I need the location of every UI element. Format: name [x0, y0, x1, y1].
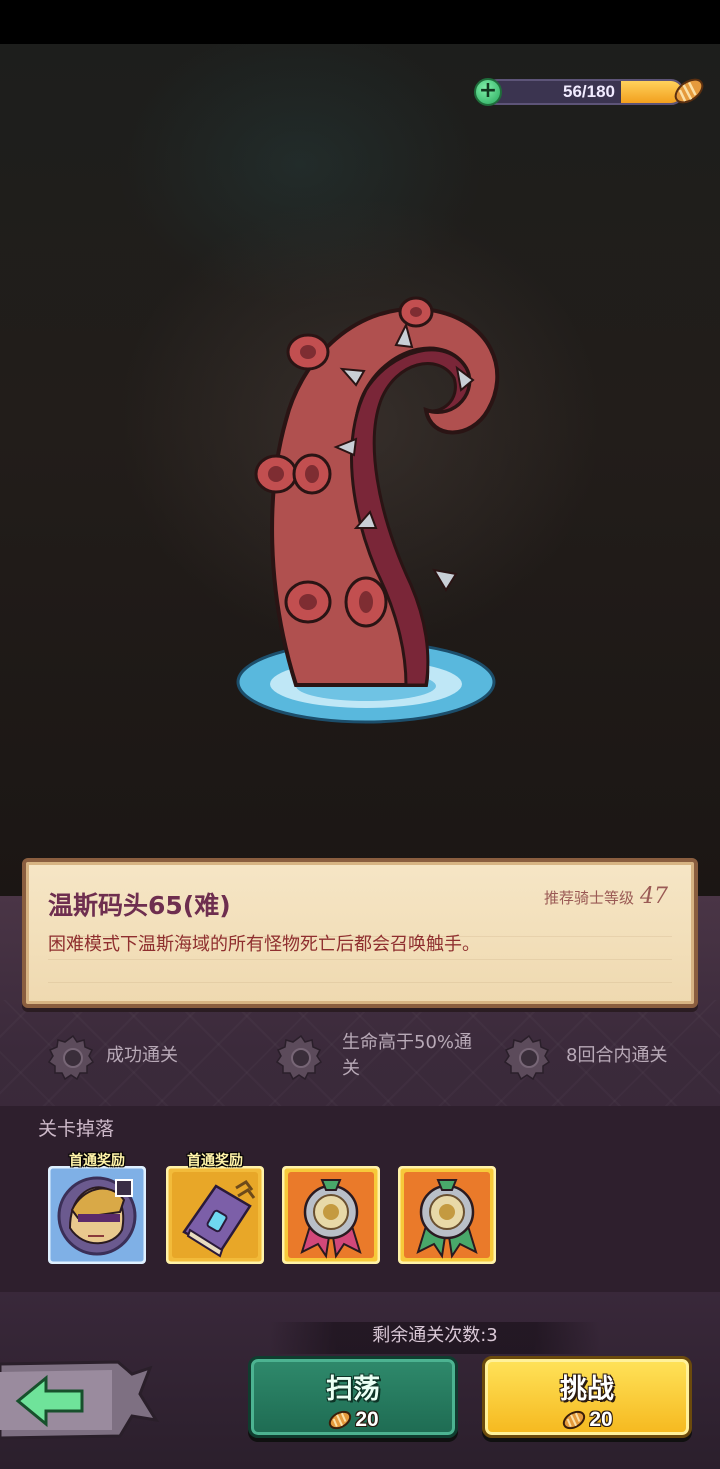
stage-title: 温斯码头65(难)	[48, 891, 231, 920]
hero-portrait-icon	[48, 1166, 146, 1264]
medal-icon	[282, 1166, 380, 1264]
gear-icon	[504, 1034, 551, 1081]
drop-item-book[interactable]: 首通奖励	[166, 1153, 264, 1264]
objective-label: 8回合内通关	[566, 1045, 668, 1066]
first-clear-tag: 首通奖励	[69, 1153, 125, 1169]
recommended-level-label: 推荐骑士等级	[543, 889, 634, 907]
bread-icon	[563, 1410, 586, 1430]
challenge-cost-value: 20	[589, 1408, 613, 1431]
back-button[interactable]	[0, 1358, 160, 1444]
challenge-label: 挑战	[560, 1374, 614, 1405]
objective-label: 生命高于50%通 关	[342, 1032, 473, 1079]
recommended-level: 推荐骑士等级 47	[544, 884, 668, 909]
status-bar	[0, 0, 720, 44]
objective-label: 成功通关	[106, 1045, 178, 1066]
remaining-clears: 剩余通关次数:3	[270, 1322, 600, 1354]
sweep-cost: 20	[327, 1408, 379, 1432]
bread-icon	[674, 78, 704, 104]
objective-hp: 生命高于50%通 关	[276, 1030, 496, 1086]
recommended-level-value: 47	[640, 884, 668, 909]
stage-description: 困难模式下温斯海域的所有怪物死亡后都会召唤触手。	[48, 934, 480, 955]
drops-title: 关卡掉落	[38, 1118, 115, 1140]
objective-clear: 成功通关	[48, 1030, 248, 1086]
bread-icon	[329, 1410, 352, 1430]
gear-icon	[276, 1034, 323, 1081]
spellbook-icon	[166, 1166, 264, 1264]
challenge-cost: 20	[561, 1408, 613, 1432]
drop-item-hero[interactable]: 首通奖励	[48, 1153, 146, 1264]
objective-turns: 8回合内通关	[504, 1030, 704, 1086]
gear-icon	[48, 1034, 95, 1081]
challenge-button[interactable]: 挑战 20	[482, 1356, 692, 1438]
drop-item-medal[interactable]	[398, 1166, 496, 1264]
medal-icon	[398, 1166, 496, 1264]
add-stamina-button[interactable]: +	[474, 78, 502, 106]
sweep-button[interactable]: 扫荡 20	[248, 1356, 458, 1438]
sweep-label: 扫荡	[326, 1374, 380, 1405]
first-clear-tag: 首通奖励	[187, 1153, 243, 1169]
drop-item-medal[interactable]	[282, 1166, 380, 1264]
sweep-cost-value: 20	[355, 1408, 379, 1431]
stamina-value: 56/180	[563, 82, 615, 101]
stamina-bar: 56/180 +	[474, 72, 706, 112]
kraken-tentacle-icon	[236, 296, 500, 724]
stage-info-panel: 温斯码头65(难) 推荐骑士等级 47 困难模式下温斯海域的所有怪物死亡后都会召唤…	[22, 858, 698, 1008]
